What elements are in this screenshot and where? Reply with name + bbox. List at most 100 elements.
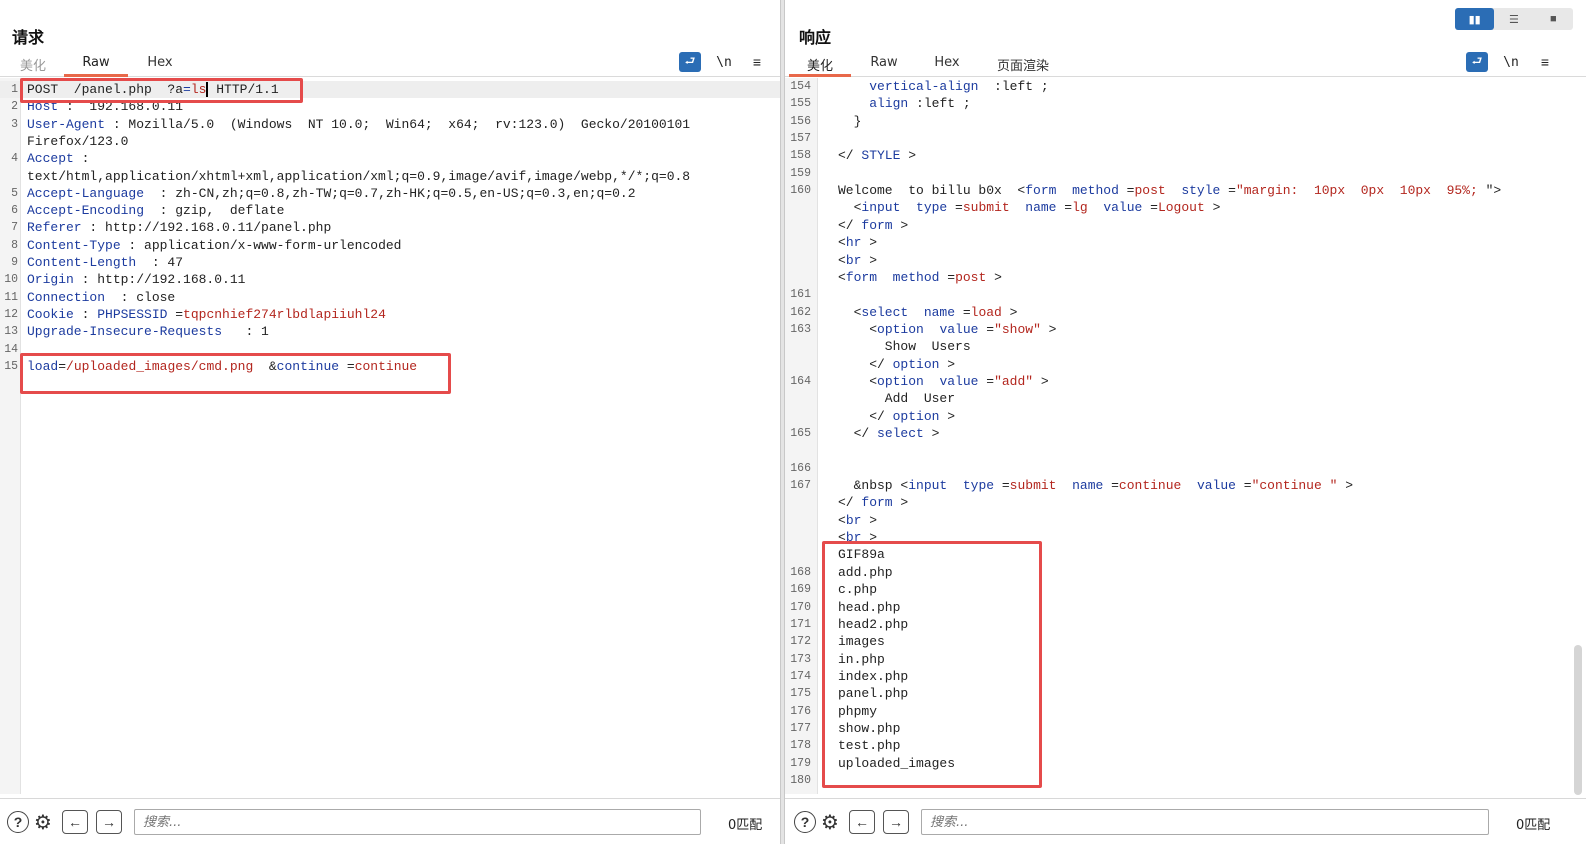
layout-side-by-side-icon[interactable]: ▮▮ bbox=[1455, 8, 1495, 30]
line-text: index.php bbox=[838, 668, 908, 685]
line-number: 11 bbox=[4, 290, 18, 304]
code-line[interactable]: 9 Content-Length : 47 bbox=[0, 254, 780, 271]
code-line[interactable]: 177 show.php bbox=[785, 720, 1586, 737]
wrap-lines-icon[interactable]: ⮐ bbox=[679, 52, 701, 72]
code-line[interactable]: 170 head.php bbox=[785, 599, 1586, 616]
code-line[interactable]: <input type =submit name =lg value =Logo… bbox=[785, 199, 1586, 216]
tab-raw[interactable]: Raw bbox=[64, 55, 128, 77]
code-line[interactable]: 1 POST /panel.php ?a=ls HTTP/1.1 bbox=[0, 81, 780, 98]
prev-match-icon[interactable]: ← bbox=[849, 810, 875, 834]
code-line[interactable] bbox=[785, 442, 1586, 459]
code-line[interactable]: Show Users bbox=[785, 338, 1586, 355]
code-line[interactable]: 176 phpmy bbox=[785, 703, 1586, 720]
code-line[interactable]: 12 Cookie : PHPSESSID =tqpcnhief274rlbdla… bbox=[0, 306, 780, 323]
code-line[interactable]: 165 </ select > bbox=[785, 425, 1586, 442]
wrap-lines-icon[interactable]: ⮐ bbox=[1466, 52, 1488, 72]
token-text: show.php bbox=[838, 720, 901, 736]
code-line[interactable]: 11 Connection : close bbox=[0, 289, 780, 306]
code-line[interactable]: 164 <option value ="add" > bbox=[785, 373, 1586, 390]
code-line[interactable]: 8 Content-Type : application/x-www-form-u… bbox=[0, 237, 780, 254]
token-key: Origin bbox=[27, 272, 74, 288]
code-line[interactable]: 174 index.php bbox=[785, 668, 1586, 685]
code-line[interactable]: 2 Host : 192.168.0.11 bbox=[0, 98, 780, 115]
code-line[interactable]: 15 load=/uploaded_images/cmd.png &continu… bbox=[0, 358, 780, 375]
code-line[interactable]: 175 panel.php bbox=[785, 685, 1586, 702]
tab-hex[interactable]: Hex bbox=[140, 55, 180, 77]
code-line[interactable]: </ option > bbox=[785, 356, 1586, 373]
code-line[interactable]: <form method =post > bbox=[785, 269, 1586, 286]
code-line[interactable]: 172 images bbox=[785, 633, 1586, 650]
response-scrollbar[interactable] bbox=[1574, 645, 1582, 795]
code-line[interactable]: 157 bbox=[785, 130, 1586, 147]
code-line[interactable]: </ form > bbox=[785, 494, 1586, 511]
code-line[interactable]: 166 bbox=[785, 460, 1586, 477]
code-line[interactable]: 14 bbox=[0, 341, 780, 358]
tab-pretty[interactable]: 美化 bbox=[18, 55, 48, 77]
code-line[interactable]: 6 Accept-Encoding : gzip, deflate bbox=[0, 202, 780, 219]
code-line[interactable]: text/html,application/xhtml+xml,applicat… bbox=[0, 168, 780, 185]
code-line[interactable]: <br > bbox=[785, 529, 1586, 546]
tab-raw[interactable]: Raw bbox=[867, 55, 901, 77]
code-line[interactable]: 169 c.php bbox=[785, 581, 1586, 598]
code-line[interactable]: 156 } bbox=[785, 113, 1586, 130]
response-search-input[interactable] bbox=[921, 809, 1489, 835]
line-number: 6 bbox=[11, 204, 18, 218]
code-line[interactable]: 173 in.php bbox=[785, 651, 1586, 668]
tab-pretty[interactable]: 美化 bbox=[789, 55, 851, 77]
settings-icon[interactable]: ⚙ bbox=[817, 809, 843, 835]
settings-icon[interactable]: ⚙ bbox=[30, 809, 56, 835]
request-editor[interactable]: 1 POST /panel.php ?a=ls HTTP/1.1 2 Host : 1… bbox=[0, 78, 780, 794]
code-line[interactable]: 180 bbox=[785, 772, 1586, 789]
help-icon[interactable]: ? bbox=[794, 811, 816, 833]
line-text: Firefox/123.0 bbox=[27, 133, 128, 150]
request-search-input[interactable] bbox=[134, 809, 701, 835]
code-line[interactable]: 161 bbox=[785, 286, 1586, 303]
line-number: 162 bbox=[790, 305, 811, 319]
line-text: panel.php bbox=[838, 685, 908, 702]
response-editor[interactable]: 154 vertical-align :left ; 155 align :lef… bbox=[785, 78, 1586, 794]
code-line[interactable]: 158 </ STYLE > bbox=[785, 147, 1586, 164]
code-line[interactable]: 168 add.php bbox=[785, 564, 1586, 581]
newline-toggle-icon[interactable]: \n bbox=[713, 52, 735, 72]
code-line[interactable]: <hr > bbox=[785, 234, 1586, 251]
tab-hex[interactable]: Hex bbox=[931, 55, 963, 77]
code-line[interactable]: 13 Upgrade-Insecure-Requests : 1 bbox=[0, 323, 780, 340]
code-line[interactable]: 10 Origin : http://192.168.0.11 bbox=[0, 271, 780, 288]
code-line[interactable]: 154 vertical-align :left ; bbox=[785, 78, 1586, 95]
layout-stacked-icon[interactable]: ☰ bbox=[1494, 8, 1533, 30]
code-line[interactable]: 160 Welcome to billu b0x <form method =po… bbox=[785, 182, 1586, 199]
newline-toggle-icon[interactable]: \n bbox=[1500, 52, 1522, 72]
code-line[interactable]: 171 head2.php bbox=[785, 616, 1586, 633]
menu-icon[interactable]: ≡ bbox=[1534, 52, 1556, 72]
code-line[interactable]: <br > bbox=[785, 512, 1586, 529]
prev-match-icon[interactable]: ← bbox=[62, 810, 88, 834]
code-line[interactable]: 178 test.php bbox=[785, 737, 1586, 754]
code-line[interactable]: 163 <option value ="show" > bbox=[785, 321, 1586, 338]
code-line[interactable]: <br > bbox=[785, 252, 1586, 269]
code-line[interactable]: 167 &nbsp <input type =submit name =cont… bbox=[785, 477, 1586, 494]
code-line[interactable]: GIF89a bbox=[785, 546, 1586, 563]
tab-render[interactable]: 页面渲染 bbox=[993, 55, 1053, 77]
code-line[interactable]: 155 align :left ; bbox=[785, 95, 1586, 112]
code-line[interactable]: </ option > bbox=[785, 408, 1586, 425]
layout-single-icon[interactable]: ■ bbox=[1534, 8, 1573, 30]
code-line[interactable]: 5 Accept-Language : zh-CN,zh;q=0.8,zh-TW;… bbox=[0, 185, 780, 202]
token-text: : application/x-www-form-urlencoded bbox=[120, 237, 402, 253]
code-line[interactable]: 162 <select name =load > bbox=[785, 304, 1586, 321]
code-line[interactable]: </ form > bbox=[785, 217, 1586, 234]
code-line[interactable]: 159 bbox=[785, 165, 1586, 182]
code-line[interactable]: 4 Accept : bbox=[0, 150, 780, 167]
next-match-icon[interactable]: → bbox=[883, 810, 909, 834]
line-text: show.php bbox=[838, 720, 900, 737]
code-line[interactable]: Add User bbox=[785, 390, 1586, 407]
menu-icon[interactable]: ≡ bbox=[746, 52, 768, 72]
next-match-icon[interactable]: → bbox=[96, 810, 122, 834]
code-line[interactable]: 7 Referer : http://192.168.0.11/panel.php bbox=[0, 219, 780, 236]
token-text: > bbox=[939, 356, 956, 372]
help-icon[interactable]: ? bbox=[7, 811, 29, 833]
token-key: value bbox=[939, 321, 979, 337]
code-line[interactable]: 179 uploaded_images bbox=[785, 755, 1586, 772]
code-line[interactable]: Firefox/123.0 bbox=[0, 133, 780, 150]
code-line[interactable]: 3 User-Agent : Mozilla/5.0 (Windows NT 10… bbox=[0, 116, 780, 133]
